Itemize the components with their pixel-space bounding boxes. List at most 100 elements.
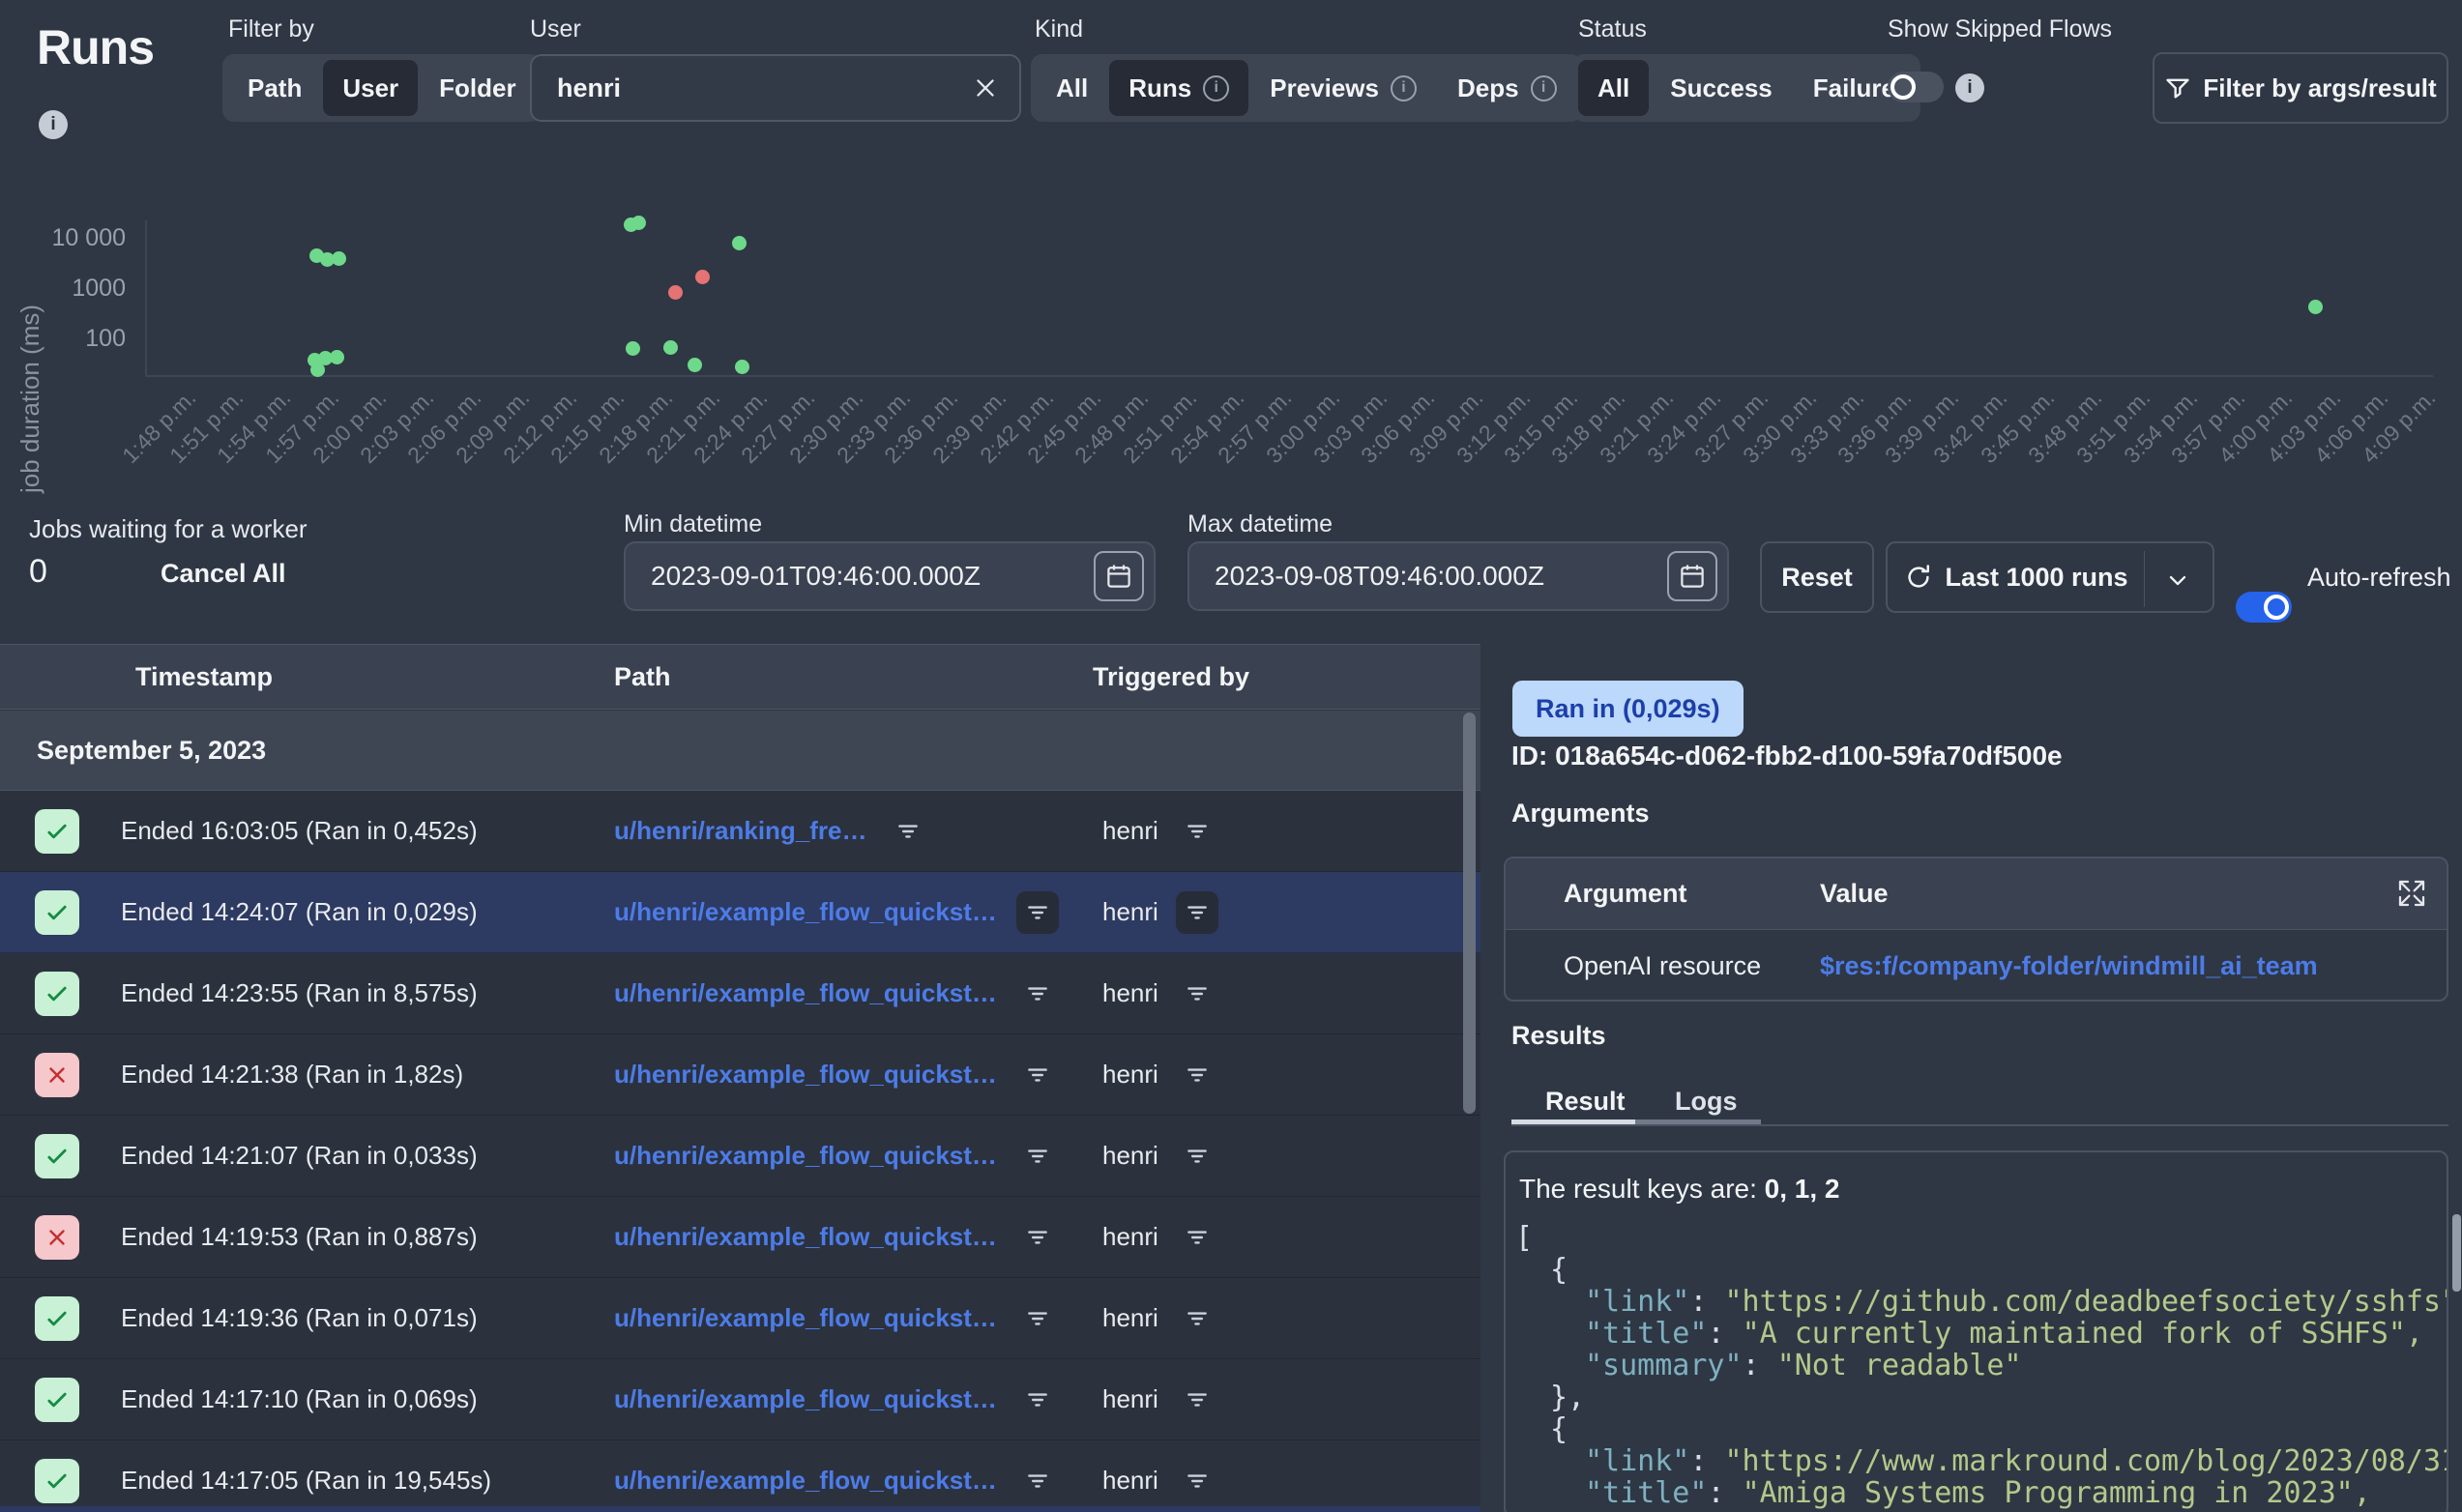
- run-path-link[interactable]: u/henri/example_flow_quickst…: [614, 978, 997, 1008]
- scatter-point-success[interactable]: [2308, 300, 2323, 314]
- triggered-by-user: henri: [1102, 1384, 1158, 1414]
- filter-by-user-icon[interactable]: [1176, 973, 1218, 1015]
- triggered-by-user: henri: [1102, 978, 1158, 1008]
- run-path-link[interactable]: u/henri/example_flow_quickst…: [614, 1060, 997, 1090]
- info-icon[interactable]: i: [1391, 75, 1417, 102]
- jobs-waiting-label: Jobs waiting for a worker: [29, 514, 308, 544]
- run-path-link[interactable]: u/henri/example_flow_quickst…: [614, 1466, 997, 1496]
- run-path-link[interactable]: u/henri/example_flow_quickst…: [614, 1141, 997, 1171]
- filter-by-path-icon[interactable]: [1016, 1216, 1059, 1259]
- expand-icon[interactable]: [2396, 878, 2427, 909]
- reset-button[interactable]: Reset: [1760, 541, 1874, 613]
- filter-by-user-icon[interactable]: [1176, 810, 1218, 853]
- failure-x-icon: [35, 1215, 79, 1260]
- json-line: "link": "https://github.com/deadbeefsoci…: [1515, 1286, 2447, 1318]
- run-path-link[interactable]: u/henri/example_flow_quickst…: [614, 897, 997, 927]
- user-filter-input[interactable]: [530, 54, 1021, 122]
- filter-by-path-icon[interactable]: [887, 810, 929, 853]
- success-check-icon: [35, 1378, 79, 1422]
- scatter-point-success[interactable]: [330, 350, 344, 364]
- run-duration-badge: Ran in (0,029s): [1512, 681, 1744, 737]
- table-row[interactable]: Ended 14:17:05 (Ran in 19,545s)u/henri/e…: [0, 1440, 1480, 1512]
- filter-by-path-icon[interactable]: [1016, 1460, 1059, 1502]
- scatter-point-success[interactable]: [735, 360, 749, 374]
- table-row[interactable]: Ended 16:03:05 (Ran in 0,452s)u/henri/ra…: [0, 791, 1480, 872]
- filter-by-path-icon[interactable]: [1016, 1054, 1059, 1096]
- filter-by-args-button[interactable]: Filter by args/result: [2153, 52, 2448, 124]
- filter-by-path[interactable]: Path: [228, 60, 321, 116]
- scatter-point-success[interactable]: [332, 251, 346, 266]
- kind-runs[interactable]: Runsi: [1109, 60, 1248, 116]
- max-datetime-calendar-button[interactable]: [1667, 551, 1717, 601]
- table-row[interactable]: Ended 14:19:53 (Ran in 0,887s) u/henri/ex…: [0, 1197, 1480, 1278]
- calendar-icon: [1104, 562, 1133, 591]
- tab-result[interactable]: Result: [1545, 1087, 1626, 1117]
- min-datetime-calendar-button[interactable]: [1094, 551, 1144, 601]
- scatter-point-success[interactable]: [626, 341, 640, 356]
- page-title: Runs: [37, 19, 154, 75]
- chevron-down-icon[interactable]: [2164, 567, 2191, 594]
- table-row[interactable]: Ended 14:23:55 (Ran in 8,575s)u/henri/ex…: [0, 953, 1480, 1034]
- run-path-link[interactable]: u/henri/example_flow_quickst…: [614, 1222, 997, 1252]
- filter-by-folder[interactable]: Folder: [420, 60, 535, 116]
- last-runs-button[interactable]: Last 1000 runs: [1886, 541, 2214, 613]
- scatter-point-success[interactable]: [688, 358, 702, 372]
- status-all[interactable]: All: [1578, 60, 1649, 116]
- status-success[interactable]: Success: [1651, 60, 1792, 116]
- run-path-link[interactable]: u/henri/example_flow_quickst…: [614, 1303, 997, 1333]
- kind-previews[interactable]: Previewsi: [1250, 60, 1436, 116]
- success-check-icon: [35, 1134, 79, 1178]
- table-row[interactable]: Ended 14:21:38 (Ran in 1,82s)u/henri/exa…: [0, 1034, 1480, 1116]
- kind-all[interactable]: All: [1037, 60, 1107, 116]
- table-row[interactable]: Ended 14:19:36 (Ran in 0,071s)u/henri/ex…: [0, 1278, 1480, 1359]
- funnel-icon: [2164, 74, 2191, 102]
- y-tick-label: 1000: [17, 275, 126, 303]
- scatter-point-failure[interactable]: [668, 285, 683, 300]
- triggered-by-user: henri: [1102, 1466, 1158, 1496]
- info-icon[interactable]: i: [1203, 75, 1229, 102]
- filter-by-path-icon[interactable]: [1016, 973, 1059, 1015]
- filter-by-user-icon[interactable]: [1176, 1297, 1218, 1340]
- max-datetime-field[interactable]: 2023-09-08T09:46:00.000Z: [1187, 541, 1729, 611]
- table-row[interactable]: Ended 14:24:07 (Ran in 0,029s)u/henri/ex…: [0, 872, 1480, 953]
- run-path-link[interactable]: u/henri/ranking_fre…: [614, 816, 867, 846]
- filter-by-user-icon[interactable]: [1176, 1460, 1218, 1502]
- kind-deps[interactable]: Depsi: [1438, 60, 1576, 116]
- scatter-point-success[interactable]: [663, 340, 678, 355]
- min-datetime-field[interactable]: 2023-09-01T09:46:00.000Z: [624, 541, 1156, 611]
- chip-label: Runs: [1128, 73, 1191, 103]
- chip-label: User: [342, 73, 398, 103]
- filter-by-path-icon[interactable]: [1016, 1135, 1059, 1178]
- filter-by-path-icon[interactable]: [1016, 891, 1059, 934]
- clear-user-icon[interactable]: [971, 73, 1000, 102]
- filter-by-user-icon[interactable]: [1176, 1054, 1218, 1096]
- filter-by-user-icon[interactable]: [1176, 1379, 1218, 1421]
- cancel-all-button[interactable]: Cancel All: [161, 559, 286, 589]
- column-path: Path: [614, 645, 671, 709]
- scatter-point-success[interactable]: [732, 236, 747, 250]
- argument-value-link[interactable]: $res:f/company-folder/windmill_ai_team: [1820, 930, 2318, 1002]
- table-row[interactable]: Ended 14:17:10 (Ran in 0,069s)u/henri/ex…: [0, 1359, 1480, 1440]
- filter-by-user[interactable]: User: [323, 60, 418, 116]
- chip-label: Failure: [1813, 73, 1895, 103]
- scatter-point-success[interactable]: [310, 363, 325, 377]
- table-row[interactable]: Ended 14:21:07 (Ran in 0,033s)u/henri/ex…: [0, 1116, 1480, 1197]
- result-scrollbar[interactable]: [2452, 1214, 2461, 1292]
- filter-by-path-icon[interactable]: [1016, 1297, 1059, 1340]
- scatter-point-failure[interactable]: [695, 270, 710, 284]
- show-skipped-info-icon[interactable]: i: [1955, 73, 1984, 102]
- scatter-point-success[interactable]: [631, 216, 646, 230]
- table-scrollbar[interactable]: [1463, 712, 1476, 1114]
- filter-by-user-icon[interactable]: [1176, 1216, 1218, 1259]
- tab-logs[interactable]: Logs: [1675, 1087, 1738, 1117]
- run-timestamp: Ended 14:19:53 (Ran in 0,887s): [121, 1197, 478, 1277]
- filter-by-user-icon[interactable]: [1176, 891, 1218, 934]
- filter-by-user-icon[interactable]: [1176, 1135, 1218, 1178]
- run-path-link[interactable]: u/henri/example_flow_quickst…: [614, 1384, 997, 1414]
- info-icon[interactable]: i: [1531, 75, 1557, 102]
- auto-refresh-toggle[interactable]: [2236, 592, 2292, 623]
- runs-info-icon[interactable]: i: [39, 110, 68, 139]
- filter-by-path-icon[interactable]: [1016, 1379, 1059, 1421]
- show-skipped-toggle[interactable]: [1888, 72, 1944, 102]
- success-check-icon: [35, 890, 79, 935]
